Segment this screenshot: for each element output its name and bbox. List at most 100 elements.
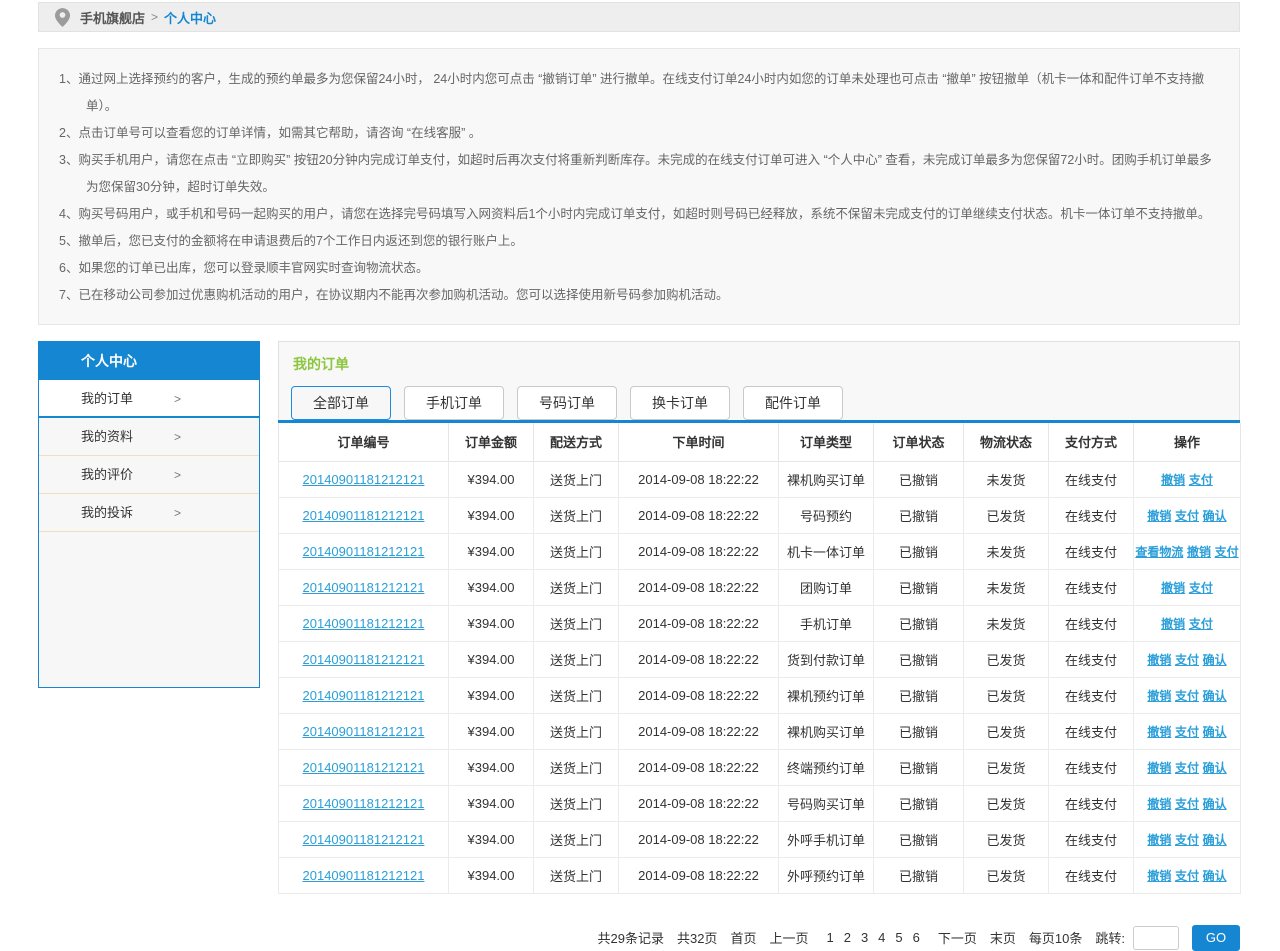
table-header-cell: 订单编号 xyxy=(279,423,449,461)
action-link[interactable]: 确认 xyxy=(1203,833,1227,847)
payment-method-cell: 在线支付 xyxy=(1049,641,1134,677)
order-number-link[interactable]: 20140901181212121 xyxy=(303,760,425,775)
order-number-link[interactable]: 20140901181212121 xyxy=(303,796,425,811)
action-link[interactable]: 支付 xyxy=(1175,833,1199,847)
action-link[interactable]: 支付 xyxy=(1175,725,1199,739)
order-time-cell: 2014-09-08 18:22:22 xyxy=(619,461,779,497)
chevron-right-icon: > xyxy=(174,380,181,418)
orders-content: 我的订单 全部订单 手机订单 号码订单 换卡订单 配件订单 xyxy=(278,341,1240,951)
order-amount-cell: ¥394.00 xyxy=(449,533,534,569)
page-number-link[interactable]: 4 xyxy=(878,930,885,945)
order-tab[interactable]: 号码订单 xyxy=(517,386,617,420)
action-link[interactable]: 撤销 xyxy=(1147,653,1171,667)
order-tab[interactable]: 配件订单 xyxy=(743,386,843,420)
notice-item: 7、已在移动公司参加过优惠购机活动的用户，在协议期内不能再次参加购机活动。您可以… xyxy=(59,282,1217,309)
action-link[interactable]: 确认 xyxy=(1203,689,1227,703)
order-number-link[interactable]: 20140901181212121 xyxy=(303,868,425,883)
action-link[interactable]: 撤销 xyxy=(1147,797,1171,811)
order-number-link[interactable]: 20140901181212121 xyxy=(303,832,425,847)
sidebar-item[interactable]: 我的投诉 > xyxy=(39,494,259,532)
action-link[interactable]: 支付 xyxy=(1189,617,1213,631)
page-number-link[interactable]: 5 xyxy=(895,930,902,945)
action-link[interactable]: 确认 xyxy=(1203,761,1227,775)
notice-item: 5、撤单后，您已支付的金额将在申请退费后的7个工作日内返还到您的银行账户上。 xyxy=(59,228,1217,255)
action-link[interactable]: 撤销 xyxy=(1161,473,1185,487)
breadcrumb-separator: > xyxy=(151,10,158,24)
action-link[interactable]: 支付 xyxy=(1215,545,1239,559)
action-link[interactable]: 支付 xyxy=(1189,473,1213,487)
breadcrumb: 手机旗舰店 > 个人中心 xyxy=(38,2,1240,32)
action-link[interactable]: 确认 xyxy=(1203,653,1227,667)
action-link[interactable]: 确认 xyxy=(1203,797,1227,811)
action-link[interactable]: 撤销 xyxy=(1161,581,1185,595)
action-link[interactable]: 撤销 xyxy=(1147,761,1171,775)
action-link[interactable]: 撤销 xyxy=(1187,545,1211,559)
page-size-label: 每页10条 xyxy=(1029,928,1082,947)
action-link[interactable]: 撤销 xyxy=(1147,833,1171,847)
action-link[interactable]: 确认 xyxy=(1203,869,1227,883)
action-link[interactable]: 支付 xyxy=(1175,653,1199,667)
notice-item: 4、购买号码用户，或手机和号码一起购买的用户，请您在选择完号码填写入网资料后1个… xyxy=(59,201,1217,228)
page-number-link[interactable]: 3 xyxy=(861,930,868,945)
sidebar-item-label: 我的订单 xyxy=(81,391,133,406)
order-type-cell: 外呼预约订单 xyxy=(779,857,874,893)
order-number-cell: 20140901181212121 xyxy=(279,857,449,893)
order-number-cell: 20140901181212121 xyxy=(279,821,449,857)
action-link[interactable]: 确认 xyxy=(1203,725,1227,739)
action-link[interactable]: 确认 xyxy=(1203,509,1227,523)
order-number-cell: 20140901181212121 xyxy=(279,461,449,497)
orders-table-body: 20140901181212121 ¥394.00 送货上门 2014-09-0… xyxy=(279,461,1241,893)
last-page-link[interactable]: 末页 xyxy=(990,928,1016,947)
order-time-cell: 2014-09-08 18:22:22 xyxy=(619,785,779,821)
order-number-link[interactable]: 20140901181212121 xyxy=(303,616,425,631)
order-number-link[interactable]: 20140901181212121 xyxy=(303,688,425,703)
order-number-link[interactable]: 20140901181212121 xyxy=(303,508,425,523)
action-link[interactable]: 撤销 xyxy=(1147,725,1171,739)
order-type-cell: 机卡一体订单 xyxy=(779,533,874,569)
page-number-link[interactable]: 6 xyxy=(913,930,920,945)
jump-page-input[interactable] xyxy=(1133,926,1179,950)
order-number-link[interactable]: 20140901181212121 xyxy=(303,580,425,595)
table-row: 20140901181212121 ¥394.00 送货上门 2014-09-0… xyxy=(279,785,1241,821)
breadcrumb-store[interactable]: 手机旗舰店 xyxy=(80,8,145,27)
go-button[interactable]: GO xyxy=(1192,925,1240,951)
order-number-link[interactable]: 20140901181212121 xyxy=(303,652,425,667)
order-number-link[interactable]: 20140901181212121 xyxy=(303,472,425,487)
action-link[interactable]: 支付 xyxy=(1175,761,1199,775)
order-tab[interactable]: 手机订单 xyxy=(404,386,504,420)
delivery-method-cell: 送货上门 xyxy=(534,821,619,857)
page-number-link[interactable]: 2 xyxy=(844,930,851,945)
orders-title: 我的订单 xyxy=(293,354,1227,374)
action-link[interactable]: 撤销 xyxy=(1147,689,1171,703)
sidebar-item[interactable]: 我的评价 > xyxy=(39,456,259,494)
sidebar-item[interactable]: 我的资料 > xyxy=(39,418,259,456)
order-amount-cell: ¥394.00 xyxy=(449,713,534,749)
action-link[interactable]: 撤销 xyxy=(1147,509,1171,523)
chevron-right-icon: > xyxy=(174,494,181,532)
order-tab[interactable]: 全部订单 xyxy=(291,386,391,420)
next-page-link[interactable]: 下一页 xyxy=(938,928,977,947)
action-link[interactable]: 支付 xyxy=(1189,581,1213,595)
order-tab[interactable]: 换卡订单 xyxy=(630,386,730,420)
notice-item: 3、购买手机用户，请您在点击 “立即购买” 按钮20分钟内完成订单支付，如超时后… xyxy=(59,147,1217,201)
action-link[interactable]: 撤销 xyxy=(1147,869,1171,883)
order-number-link[interactable]: 20140901181212121 xyxy=(303,544,425,559)
logistics-status-cell: 已发货 xyxy=(964,749,1049,785)
actions-cell: 撤销 支付 确认 xyxy=(1134,641,1241,677)
prev-page-link[interactable]: 上一页 xyxy=(769,928,808,947)
action-link[interactable]: 支付 xyxy=(1175,797,1199,811)
first-page-link[interactable]: 首页 xyxy=(730,928,756,947)
order-number-link[interactable]: 20140901181212121 xyxy=(303,724,425,739)
action-link[interactable]: 支付 xyxy=(1175,509,1199,523)
payment-method-cell: 在线支付 xyxy=(1049,749,1134,785)
order-type-cell: 外呼手机订单 xyxy=(779,821,874,857)
sidebar-item[interactable]: 我的订单 > xyxy=(39,380,259,418)
action-link[interactable]: 查看物流 xyxy=(1135,545,1183,559)
order-time-cell: 2014-09-08 18:22:22 xyxy=(619,749,779,785)
action-link[interactable]: 撤销 xyxy=(1161,617,1185,631)
page: 手机旗舰店 > 个人中心 1、通过网上选择预约的客户，生成的预约单最多为您保留2… xyxy=(0,0,1280,951)
page-number-link[interactable]: 1 xyxy=(826,930,833,945)
action-link[interactable]: 支付 xyxy=(1175,689,1199,703)
order-status-cell: 已撤销 xyxy=(874,785,964,821)
action-link[interactable]: 支付 xyxy=(1175,869,1199,883)
